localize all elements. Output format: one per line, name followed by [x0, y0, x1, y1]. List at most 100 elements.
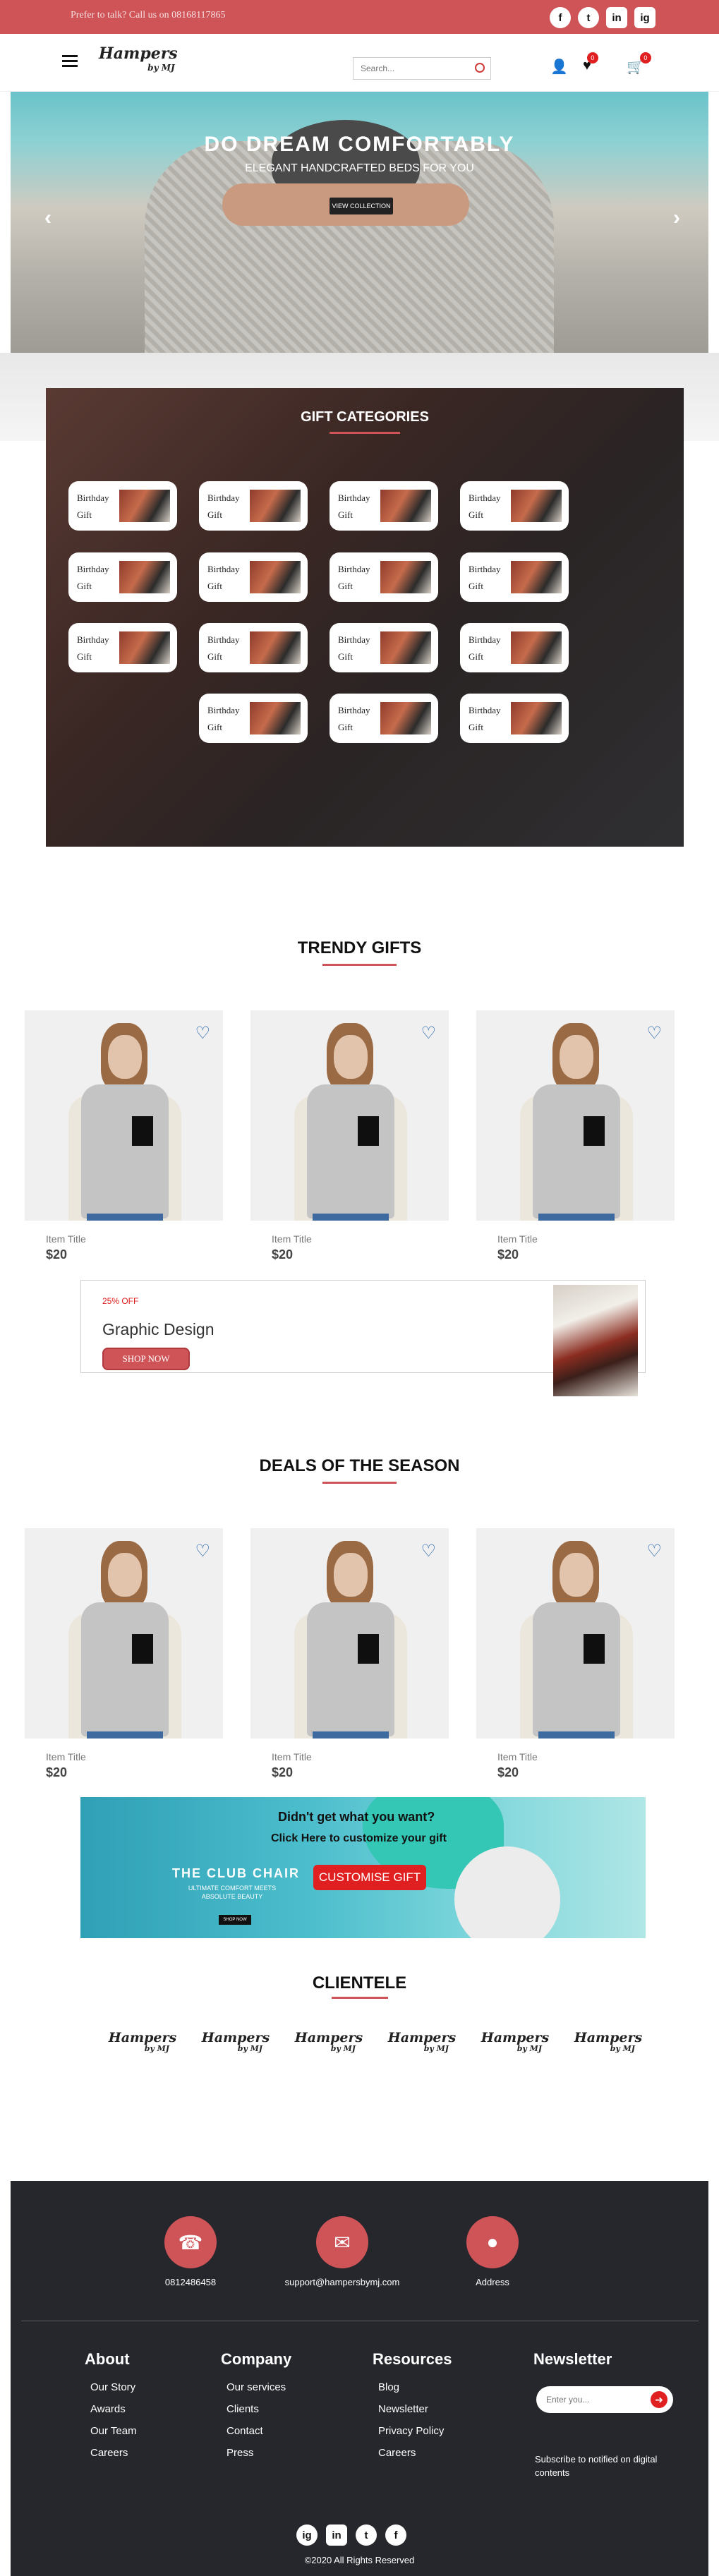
product-title[interactable]: Item Title: [250, 1751, 449, 1762]
banner-click-here[interactable]: Click Here to customize your gift: [271, 1832, 447, 1845]
contact-address: ● Address: [422, 2216, 563, 2287]
product-pocket: [132, 1116, 153, 1146]
view-collection-button[interactable]: VIEW COLLECTION: [330, 198, 393, 214]
footer-link[interactable]: Our Story: [85, 2381, 137, 2393]
product-image[interactable]: ♡: [25, 1528, 223, 1739]
footer-link[interactable]: Our services: [221, 2381, 291, 2393]
menu-icon[interactable]: [62, 55, 78, 68]
newsletter-note: Subscribe to notified on digital content…: [535, 2454, 658, 2478]
client-logo: Hampers by MJ: [106, 2031, 179, 2055]
heart-icon[interactable]: ♡: [195, 1541, 210, 1561]
phone-number[interactable]: 0812486458: [120, 2277, 261, 2287]
gift-category-line1: Birthday: [469, 564, 501, 574]
arrow-right-icon[interactable]: ➜: [651, 2391, 667, 2408]
product-card[interactable]: ♡ Item Title $20: [25, 1010, 223, 1262]
product-title[interactable]: Item Title: [25, 1751, 223, 1762]
phone-icon[interactable]: ☎: [164, 2216, 217, 2268]
banner-shop-now-button[interactable]: SHOP NOW: [219, 1915, 251, 1925]
wishlist-icon[interactable]: ♥ 0: [583, 52, 598, 74]
facebook-icon[interactable]: f: [550, 7, 571, 28]
product-title[interactable]: Item Title: [250, 1233, 449, 1245]
footer-link[interactable]: Awards: [85, 2403, 137, 2415]
linkedin-icon[interactable]: in: [606, 7, 627, 28]
gift-category-card[interactable]: Birthday Gift: [460, 623, 569, 672]
product-title[interactable]: Item Title: [476, 1751, 675, 1762]
gift-category-card[interactable]: Birthday Gift: [199, 552, 308, 602]
cart-icon[interactable]: 🛒 0: [627, 52, 651, 75]
twitter-icon[interactable]: t: [578, 7, 599, 28]
address-text[interactable]: Address: [422, 2277, 563, 2287]
gift-category-line2: Gift: [469, 722, 483, 732]
footer-link[interactable]: Careers: [373, 2447, 452, 2459]
product-card[interactable]: ♡ Item Title $20: [476, 1010, 675, 1262]
site-logo[interactable]: Hampers by MJ: [99, 46, 178, 75]
footer-link[interactable]: Clients: [221, 2403, 291, 2415]
title-underline: [330, 432, 400, 434]
product-card[interactable]: ♡ Item Title $20: [25, 1528, 223, 1780]
search-icon[interactable]: [475, 63, 485, 73]
site-footer: ☎ 0812486458 ✉ support@hampersbymj.com ●…: [11, 2181, 708, 2576]
heart-icon[interactable]: ♡: [646, 1541, 662, 1561]
instagram-icon[interactable]: ig: [634, 7, 655, 28]
gift-category-card[interactable]: Birthday Gift: [330, 552, 438, 602]
footer-link[interactable]: Our Team: [85, 2425, 137, 2437]
gift-category-label: Birthday Gift: [469, 702, 511, 736]
product-image[interactable]: ♡: [476, 1010, 675, 1221]
heart-icon[interactable]: ♡: [421, 1541, 436, 1561]
shop-now-button[interactable]: SHOP NOW: [102, 1348, 190, 1370]
heart-icon[interactable]: ♡: [646, 1023, 662, 1044]
newsletter-email-input[interactable]: [545, 2388, 636, 2412]
email-address[interactable]: support@hampersbymj.com: [272, 2277, 413, 2287]
location-pin-icon[interactable]: ●: [466, 2216, 519, 2268]
gift-category-line2: Gift: [207, 581, 222, 591]
heart-icon[interactable]: ♡: [421, 1023, 436, 1044]
gift-category-card[interactable]: Birthday Gift: [199, 694, 308, 743]
gift-category-card[interactable]: Birthday Gift: [460, 552, 569, 602]
gift-category-card[interactable]: Birthday Gift: [68, 481, 177, 531]
gift-category-card[interactable]: Birthday Gift: [68, 623, 177, 672]
product-card[interactable]: ♡ Item Title $20: [476, 1528, 675, 1780]
product-image[interactable]: ♡: [476, 1528, 675, 1739]
gift-category-card[interactable]: Birthday Gift: [330, 694, 438, 743]
gift-category-card[interactable]: Birthday Gift: [330, 623, 438, 672]
footer-link[interactable]: Contact: [221, 2425, 291, 2437]
gift-category-card[interactable]: Birthday Gift: [199, 623, 308, 672]
product-shirt: [533, 1084, 620, 1219]
gift-category-label: Birthday Gift: [207, 631, 250, 665]
user-icon[interactable]: 👤: [550, 58, 568, 75]
product-image[interactable]: ♡: [25, 1010, 223, 1221]
product-title[interactable]: Item Title: [476, 1233, 675, 1245]
mail-icon[interactable]: ✉: [316, 2216, 368, 2268]
product-image[interactable]: ♡: [250, 1528, 449, 1739]
gift-category-label: Birthday Gift: [207, 490, 250, 524]
gift-category-card[interactable]: Birthday Gift: [460, 481, 569, 531]
slider-prev-icon[interactable]: ‹: [44, 206, 52, 230]
customise-gift-button[interactable]: CUSTOMISE GIFT: [313, 1865, 426, 1890]
footer-about-title: About: [85, 2350, 130, 2368]
footer-link[interactable]: Privacy Policy: [373, 2425, 452, 2437]
twitter-icon[interactable]: t: [356, 2524, 377, 2546]
gift-category-card[interactable]: Birthday Gift: [199, 481, 308, 531]
footer-link[interactable]: Blog: [373, 2381, 452, 2393]
gift-category-card[interactable]: Birthday Gift: [460, 694, 569, 743]
footer-link[interactable]: Newsletter: [373, 2403, 452, 2415]
product-title[interactable]: Item Title: [25, 1233, 223, 1245]
linkedin-icon[interactable]: in: [326, 2524, 347, 2546]
gift-category-label: Birthday Gift: [207, 702, 250, 736]
product-card[interactable]: ♡ Item Title $20: [250, 1528, 449, 1780]
footer-link[interactable]: Careers: [85, 2447, 137, 2459]
heart-icon[interactable]: ♡: [195, 1023, 210, 1044]
product-image[interactable]: ♡: [250, 1010, 449, 1221]
footer-link[interactable]: Press: [221, 2447, 291, 2459]
product-jeans: [538, 1731, 615, 1739]
instagram-icon[interactable]: ig: [296, 2524, 318, 2546]
copyright-text: ©2020 All Rights Reserved: [304, 2555, 415, 2565]
gift-category-card[interactable]: Birthday Gift: [68, 552, 177, 602]
facebook-icon[interactable]: f: [385, 2524, 406, 2546]
gift-category-card[interactable]: Birthday Gift: [330, 481, 438, 531]
product-price: $20: [46, 1247, 68, 1262]
slider-next-icon[interactable]: ›: [673, 206, 680, 230]
product-card[interactable]: ♡ Item Title $20: [250, 1010, 449, 1262]
site-header: Hampers by MJ 👤 ♥0 🛒0: [0, 34, 719, 92]
search-input[interactable]: [354, 58, 466, 79]
